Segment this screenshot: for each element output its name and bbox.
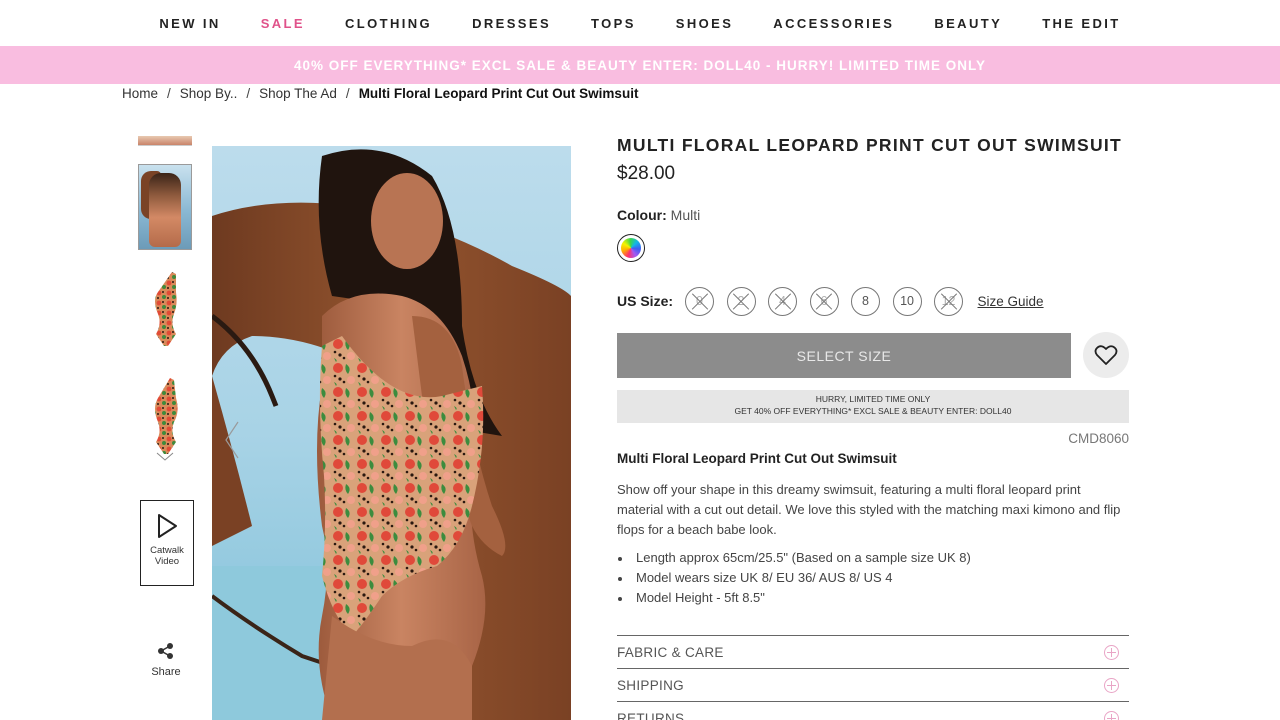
accordion-fabric-care[interactable]: FABRIC & CARE [617,635,1129,668]
heart-icon [1094,345,1118,365]
accordion-label: RETURNS [617,710,685,720]
thumbnail-partial[interactable] [138,136,192,146]
plus-icon [1104,710,1119,720]
product-sku: CMD8060 [1068,431,1129,446]
model-photo [212,146,571,720]
colour-row: Colour: Multi [617,207,700,223]
nav-shoes[interactable]: SHOES [676,16,734,31]
share-icon [158,643,173,659]
thumbnail-model-figure [149,173,181,247]
chevron-down-icon[interactable] [156,452,174,462]
chevron-left-icon[interactable] [222,420,242,460]
list-item: Length approx 65cm/25.5" (Based on a sam… [617,548,1129,568]
accordion-returns[interactable]: RETURNS [617,701,1129,720]
hurry-line-2: GET 40% OFF EVERYTHING* EXCL SALE & BEAU… [734,405,1012,416]
product-details-list: Length approx 65cm/25.5" (Based on a sam… [617,548,1129,608]
breadcrumb-home[interactable]: Home [122,86,158,101]
accordion-label: SHIPPING [617,677,684,693]
product-title: MULTI FLORAL LEOPARD PRINT CUT OUT SWIMS… [617,135,1123,155]
hurry-promo-box: HURRY, LIMITED TIME ONLY GET 40% OFF EVE… [617,390,1129,423]
description-title: Multi Floral Leopard Print Cut Out Swims… [617,451,897,466]
size-option-10[interactable]: 10 [892,286,922,316]
play-icon [158,514,177,538]
colour-label: Colour: [617,207,667,223]
size-guide-link[interactable]: Size Guide [978,294,1044,309]
size-option-4[interactable]: 4 [768,286,798,316]
nav-beauty[interactable]: BEAUTY [934,16,1002,31]
breadcrumb: Home / Shop By.. / Shop The Ad / Multi F… [122,86,638,101]
colour-value: Multi [670,207,701,223]
nav-sale[interactable]: SALE [261,16,305,31]
share-label: Share [151,666,181,678]
product-description: Show off your shape in this dreamy swims… [617,482,1121,537]
size-label: US Size: [617,293,674,309]
swatch-fill [621,238,641,258]
size-option-8[interactable]: 8 [851,286,881,316]
nav-the-edit[interactable]: THE EDIT [1042,16,1120,31]
breadcrumb-separator: / [167,86,171,101]
plus-icon [1104,644,1119,660]
nav-tops[interactable]: TOPS [591,16,636,31]
swimsuit-image [155,378,178,454]
thumbnail-model[interactable] [138,164,192,250]
accordion-shipping[interactable]: SHIPPING [617,668,1129,701]
swimsuit-image [155,272,177,346]
breadcrumb-shop-by[interactable]: Shop By.. [180,86,238,101]
colour-swatch-multi[interactable] [617,234,645,262]
breadcrumb-separator: / [345,86,350,101]
breadcrumb-current: Multi Floral Leopard Print Cut Out Swims… [358,86,639,101]
catwalk-video-button[interactable]: Catwalk Video [140,500,194,586]
thumbnail-swimsuit-back[interactable] [138,372,192,458]
product-price: $28.00 [617,163,676,184]
select-size-button[interactable]: SELECT SIZE [617,333,1071,378]
thumbnail-swimsuit-front[interactable] [138,266,192,352]
catwalk-video-label: Catwalk Video [150,545,184,567]
promo-banner[interactable]: 40% OFF EVERYTHING* EXCL SALE & BEAUTY E… [0,46,1280,84]
hurry-line-1: HURRY, LIMITED TIME ONLY [815,394,931,404]
size-selector: US Size: 0 2 4 6 8 10 12 Size Guide [617,286,1044,316]
size-option-6[interactable]: 6 [809,286,839,316]
size-option-2[interactable]: 2 [726,286,756,316]
nav-accessories[interactable]: ACCESSORIES [773,16,894,31]
main-nav: NEW IN SALE CLOTHING DRESSES TOPS SHOES … [0,0,1280,46]
plus-icon [1104,677,1119,693]
share-button[interactable]: Share [148,642,184,678]
accordion-label: FABRIC & CARE [617,644,724,660]
size-option-12[interactable]: 12 [934,286,964,316]
breadcrumb-shop-the-ad[interactable]: Shop The Ad [259,86,337,101]
breadcrumb-separator: / [246,86,251,101]
nav-clothing[interactable]: CLOTHING [345,16,432,31]
size-option-0[interactable]: 0 [685,286,715,316]
promo-text: 40% OFF EVERYTHING* EXCL SALE & BEAUTY E… [293,57,987,73]
nav-dresses[interactable]: DRESSES [472,16,551,31]
list-item: Model Height - 5ft 8.5" [617,588,1129,608]
main-product-image[interactable] [212,146,571,720]
list-item: Model wears size UK 8/ EU 36/ AUS 8/ US … [617,568,1129,588]
nav-new-in[interactable]: NEW IN [159,16,220,31]
wishlist-button[interactable] [1083,332,1129,378]
